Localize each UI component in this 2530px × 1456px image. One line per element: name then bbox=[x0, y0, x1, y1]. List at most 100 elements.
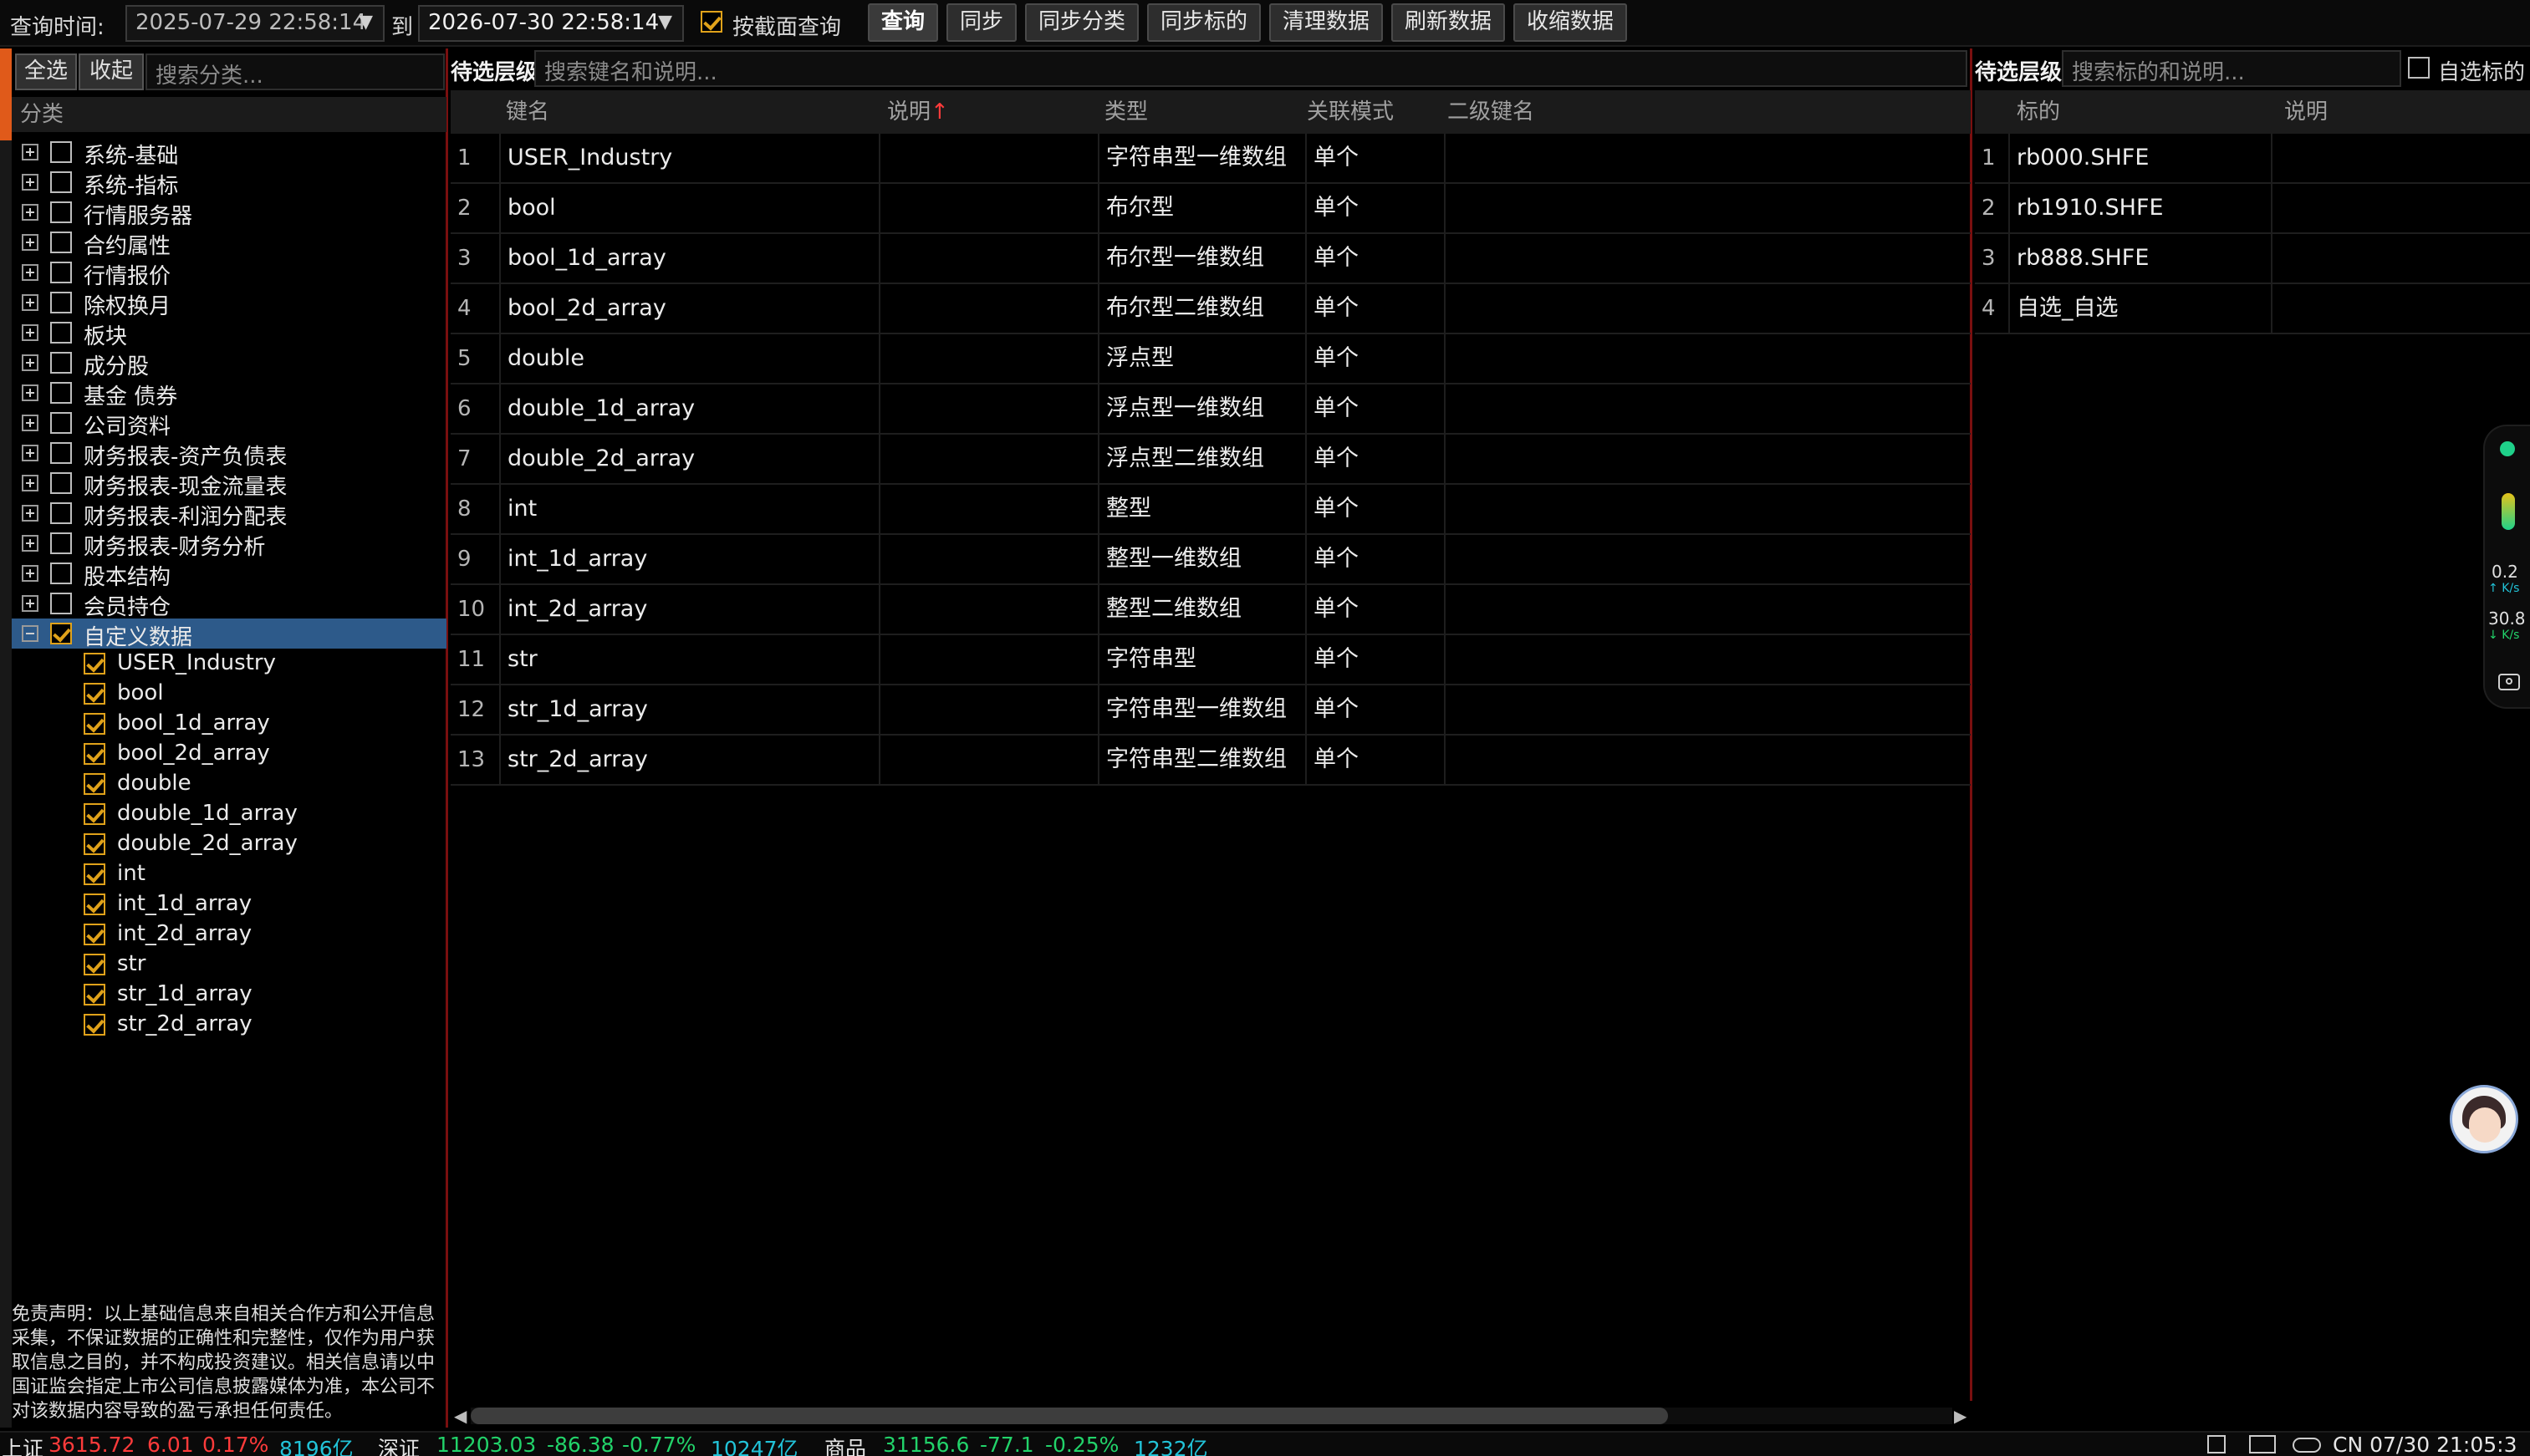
col-symbol-description[interactable]: 说明 bbox=[2284, 90, 2328, 134]
category-checkbox[interactable] bbox=[50, 412, 72, 434]
category-item[interactable]: 财务报表-利润分配表 bbox=[12, 498, 446, 530]
category-item[interactable]: 系统-指标 bbox=[12, 167, 446, 199]
expand-plus-icon[interactable] bbox=[22, 174, 38, 191]
expand-plus-icon[interactable] bbox=[22, 294, 38, 311]
network-widget[interactable]: 0.2 ↑ K/s 30.8 ↓ K/s bbox=[2483, 425, 2530, 709]
symbol-search-input[interactable]: 搜索标的和说明... bbox=[2062, 50, 2401, 87]
category-item[interactable]: 财务报表-资产负债表 bbox=[12, 438, 446, 470]
category-checkbox[interactable] bbox=[50, 563, 72, 584]
assistant-avatar[interactable] bbox=[2450, 1085, 2518, 1153]
table-row[interactable]: 7 double_2d_array 浮点型二维数组 单个 bbox=[451, 435, 1971, 485]
subcategory-checkbox[interactable] bbox=[84, 893, 105, 915]
expand-plus-icon[interactable] bbox=[22, 505, 38, 522]
symbol-row[interactable]: 2 rb1910.SHFE bbox=[1975, 184, 2530, 234]
category-checkbox[interactable] bbox=[50, 532, 72, 554]
sync-symbol-button[interactable]: 同步标的 bbox=[1147, 3, 1261, 42]
subcategory-checkbox[interactable] bbox=[84, 803, 105, 825]
table-row[interactable]: 6 double_1d_array 浮点型一维数组 单个 bbox=[451, 384, 1971, 435]
end-time-picker[interactable]: 2026-07-30 22:58:14 ▼ bbox=[418, 5, 684, 42]
category-item[interactable]: 财务报表-财务分析 bbox=[12, 528, 446, 560]
category-item[interactable]: 行情服务器 bbox=[12, 197, 446, 229]
subcategory-checkbox[interactable] bbox=[84, 743, 105, 765]
subcategory-checkbox[interactable] bbox=[84, 683, 105, 705]
subcategory-checkbox[interactable] bbox=[84, 713, 105, 735]
subcategory-item[interactable]: str_2d_array bbox=[12, 1010, 446, 1040]
subcategory-checkbox[interactable] bbox=[84, 653, 105, 675]
subcategory-item[interactable]: int_2d_array bbox=[12, 919, 446, 949]
table-row[interactable]: 13 str_2d_array 字符串型二维数组 单个 bbox=[451, 736, 1971, 786]
expand-plus-icon[interactable] bbox=[22, 144, 38, 160]
col-type[interactable]: 类型 bbox=[1104, 90, 1148, 134]
select-all-button[interactable]: 全选 bbox=[15, 53, 77, 90]
subcategory-item[interactable]: int_1d_array bbox=[12, 889, 446, 919]
category-checkbox[interactable] bbox=[50, 201, 72, 223]
symbol-row[interactable]: 1 rb000.SHFE bbox=[1975, 134, 2530, 184]
expand-plus-icon[interactable] bbox=[22, 384, 38, 401]
subcategory-checkbox[interactable] bbox=[84, 773, 105, 795]
category-checkbox[interactable] bbox=[50, 232, 72, 253]
expand-plus-icon[interactable] bbox=[22, 595, 38, 612]
table-row[interactable]: 11 str 字符串型 单个 bbox=[451, 635, 1971, 685]
collapse-button[interactable]: 收起 bbox=[79, 53, 144, 90]
chevron-down-icon[interactable]: ▼ bbox=[658, 12, 672, 33]
col-key-name[interactable]: 键名 bbox=[506, 90, 549, 134]
col-secondary-key[interactable]: 二级键名 bbox=[1447, 90, 1534, 134]
category-item[interactable]: 行情报价 bbox=[12, 257, 446, 289]
by-section-checkbox[interactable] bbox=[701, 11, 722, 33]
sync-button[interactable]: 同步 bbox=[946, 3, 1017, 42]
category-item[interactable]: 会员持仓 bbox=[12, 588, 446, 620]
subcategory-item[interactable]: double bbox=[12, 769, 446, 799]
table-row[interactable]: 4 bool_2d_array 布尔型二维数组 单个 bbox=[451, 284, 1971, 334]
symbol-row[interactable]: 4 自选_自选 bbox=[1975, 284, 2530, 334]
cloud-icon[interactable] bbox=[2293, 1438, 2321, 1453]
category-search-input[interactable]: 搜索分类... bbox=[145, 53, 445, 90]
category-checkbox[interactable] bbox=[50, 623, 72, 644]
category-checkbox[interactable] bbox=[50, 442, 72, 464]
shrink-data-button[interactable]: 收缩数据 bbox=[1513, 3, 1627, 42]
col-link-mode[interactable]: 关联模式 bbox=[1307, 90, 1394, 134]
category-checkbox[interactable] bbox=[50, 593, 72, 614]
commodity-label[interactable]: 商品 bbox=[824, 1433, 866, 1456]
subcategory-item[interactable]: USER_Industry bbox=[12, 649, 446, 679]
col-description[interactable]: 说明↑ bbox=[887, 90, 949, 134]
subcategory-checkbox[interactable] bbox=[84, 833, 105, 855]
category-checkbox[interactable] bbox=[50, 382, 72, 404]
sz-index-label[interactable]: 深证 bbox=[378, 1433, 420, 1456]
subcategory-checkbox[interactable] bbox=[84, 863, 105, 885]
query-button[interactable]: 查询 bbox=[868, 3, 938, 42]
table-row[interactable]: 1 USER_Industry 字符串型一维数组 单个 bbox=[451, 134, 1971, 184]
subcategory-item[interactable]: str bbox=[12, 949, 446, 980]
subcategory-item[interactable]: bool_2d_array bbox=[12, 739, 446, 769]
category-checkbox[interactable] bbox=[50, 502, 72, 524]
category-item[interactable]: 成分股 bbox=[12, 348, 446, 379]
subcategory-item[interactable]: bool bbox=[12, 679, 446, 709]
subcategory-item[interactable]: str_1d_array bbox=[12, 980, 446, 1010]
camera-icon[interactable] bbox=[2498, 674, 2520, 690]
expand-plus-icon[interactable] bbox=[22, 264, 38, 281]
sh-index-label[interactable]: 上证 bbox=[2, 1433, 43, 1456]
subcategory-item[interactable]: double_1d_array bbox=[12, 799, 446, 829]
category-checkbox[interactable] bbox=[50, 292, 72, 313]
category-checkbox[interactable] bbox=[50, 472, 72, 494]
expand-plus-icon[interactable] bbox=[22, 234, 38, 251]
category-item[interactable]: 系统-基础 bbox=[12, 137, 446, 169]
start-time-picker[interactable]: 2025-07-29 22:58:14 ▼ bbox=[125, 5, 385, 42]
collapse-minus-icon[interactable] bbox=[22, 625, 38, 642]
watchlist-checkbox[interactable] bbox=[2408, 57, 2430, 79]
category-item[interactable]: 除权换月 bbox=[12, 288, 446, 319]
category-checkbox[interactable] bbox=[50, 352, 72, 374]
sync-category-button[interactable]: 同步分类 bbox=[1025, 3, 1139, 42]
subcategory-item[interactable]: bool_1d_array bbox=[12, 709, 446, 739]
scroll-right-icon[interactable]: ▶ bbox=[1954, 1406, 1966, 1426]
subcategory-item[interactable]: int bbox=[12, 859, 446, 889]
expand-plus-icon[interactable] bbox=[22, 535, 38, 552]
subcategory-item[interactable]: double_2d_array bbox=[12, 829, 446, 859]
subcategory-checkbox[interactable] bbox=[84, 924, 105, 945]
refresh-data-button[interactable]: 刷新数据 bbox=[1391, 3, 1505, 42]
symbol-row[interactable]: 3 rb888.SHFE bbox=[1975, 234, 2530, 284]
category-item[interactable]: 财务报表-现金流量表 bbox=[12, 468, 446, 500]
alert-icon[interactable] bbox=[2207, 1435, 2226, 1453]
table-row[interactable]: 5 double 浮点型 单个 bbox=[451, 334, 1971, 384]
table-row[interactable]: 8 int 整型 单个 bbox=[451, 485, 1971, 535]
expand-plus-icon[interactable] bbox=[22, 354, 38, 371]
